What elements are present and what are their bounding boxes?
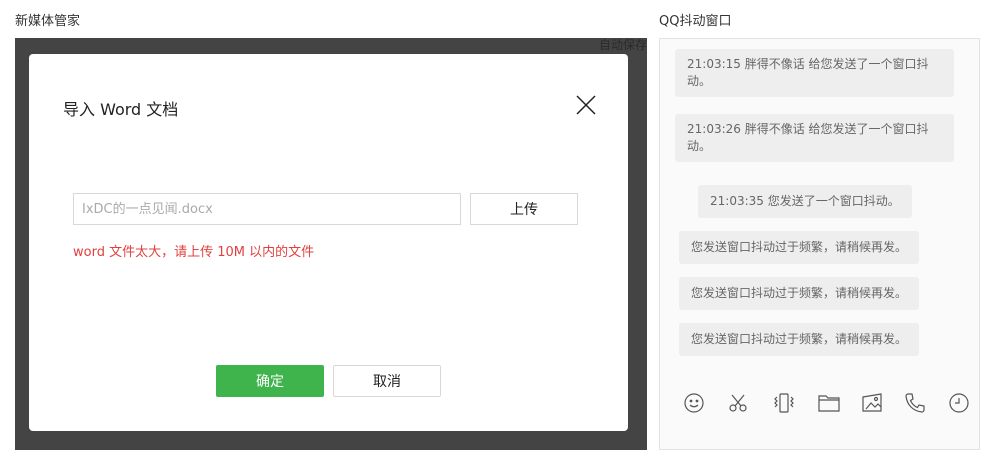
modal-overlay: 自动保存 导入 Word 文档 上传 word 文件太大，请上传 10M 以内的… <box>15 38 647 450</box>
folder-icon[interactable] <box>817 391 841 415</box>
chat-message: 您发送窗口抖动过于频繁，请稍候再发。 <box>679 231 920 264</box>
upload-button[interactable]: 上传 <box>470 193 578 225</box>
chat-message: 21:03:35 您发送了一个窗口抖动。 <box>698 185 912 218</box>
clock-icon[interactable] <box>947 391 971 415</box>
file-name-input[interactable] <box>73 193 461 225</box>
chat-message: 您发送窗口抖动过于频繁，请稍候再发。 <box>679 277 920 310</box>
dialog-title: 导入 Word 文档 <box>63 100 179 119</box>
cancel-button[interactable]: 取消 <box>333 365 441 397</box>
image-icon[interactable] <box>860 391 884 415</box>
chat-message: 21:03:15 胖得不像话 给您发送了一个窗口抖动。 <box>675 49 954 97</box>
chat-window: 21:03:15 胖得不像话 给您发送了一个窗口抖动。 21:03:26 胖得不… <box>659 38 980 450</box>
autosave-label: 自动保存 <box>598 38 647 52</box>
left-section-title: 新媒体管家 <box>15 14 81 29</box>
error-message: word 文件太大，请上传 10M 以内的文件 <box>73 245 315 260</box>
chat-message: 您发送窗口抖动过于频繁，请稍候再发。 <box>679 323 920 356</box>
close-icon <box>576 95 596 115</box>
shake-icon[interactable] <box>772 391 796 415</box>
chat-toolbar <box>660 391 979 417</box>
scissors-icon[interactable] <box>727 391 751 415</box>
chat-message: 21:03:26 胖得不像话 给您发送了一个窗口抖动。 <box>675 114 954 162</box>
confirm-button[interactable]: 确定 <box>216 365 324 397</box>
smiley-icon[interactable] <box>682 391 706 415</box>
phone-icon[interactable] <box>903 391 927 415</box>
import-word-dialog: 导入 Word 文档 上传 word 文件太大，请上传 10M 以内的文件 确定… <box>29 54 628 431</box>
close-button[interactable] <box>573 92 599 118</box>
right-section-title: QQ抖动窗口 <box>659 14 732 29</box>
